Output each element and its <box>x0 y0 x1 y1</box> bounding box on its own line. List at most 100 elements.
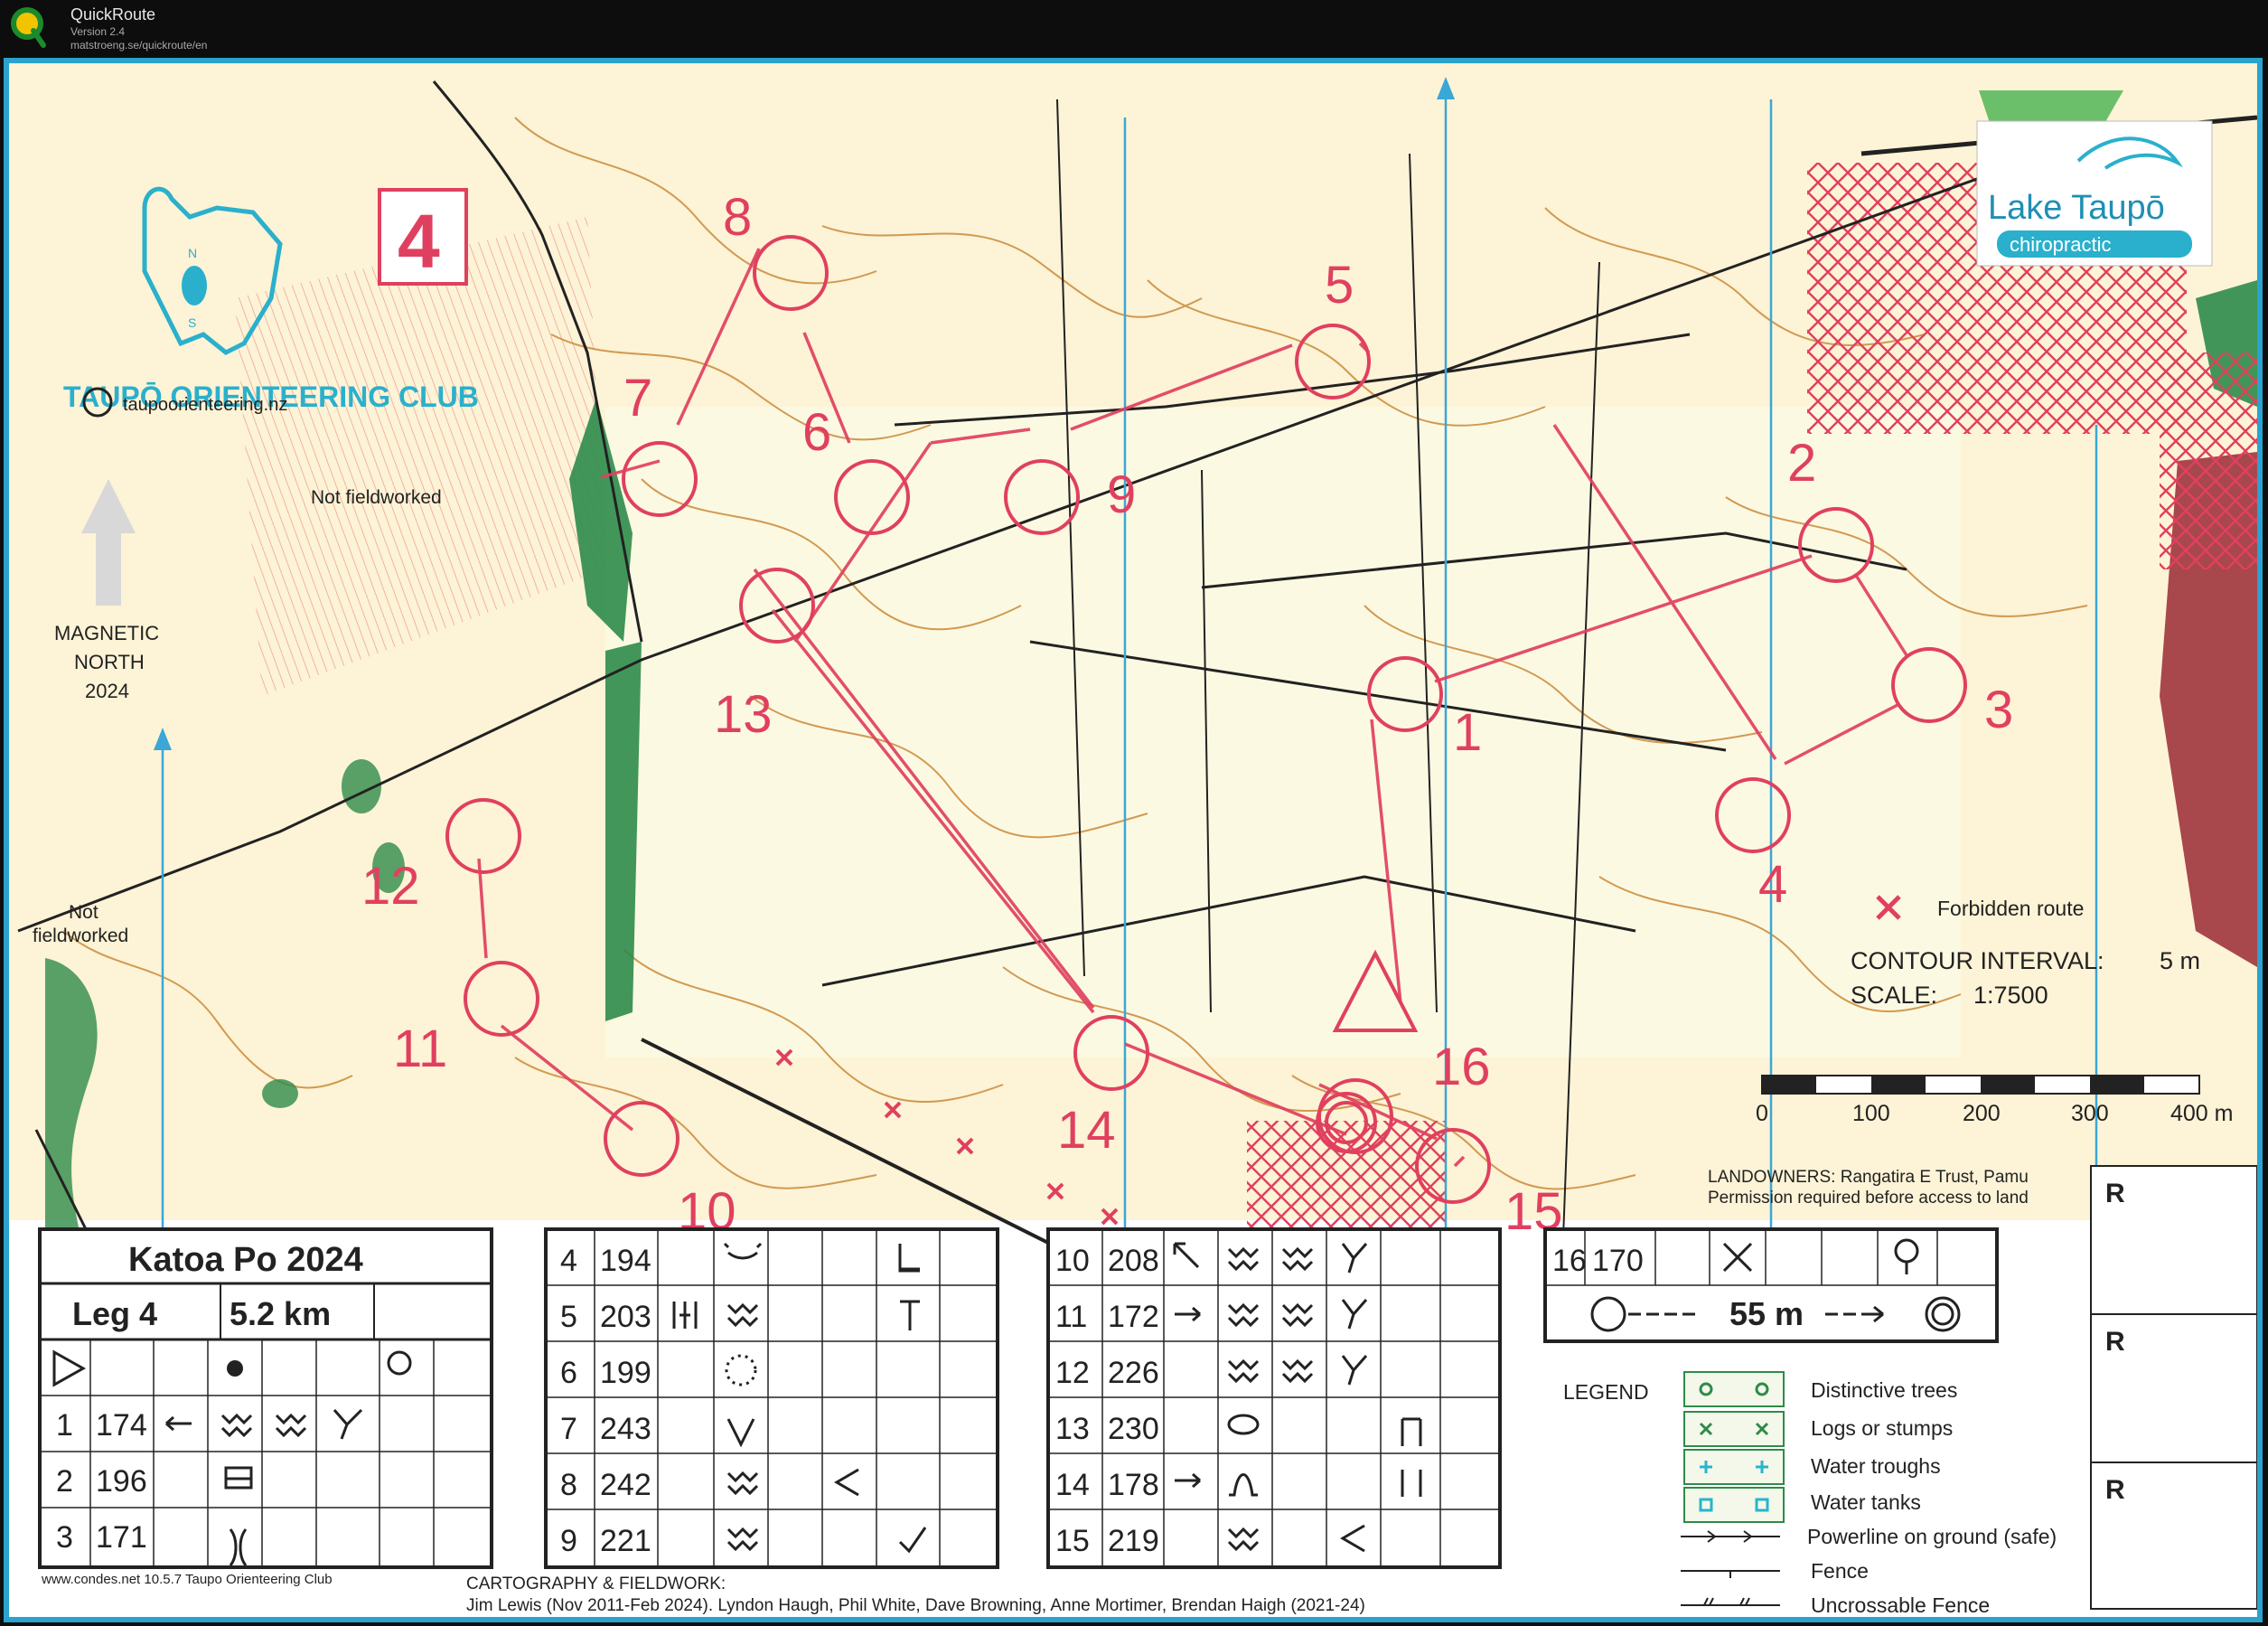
control-number-13: 13 <box>714 685 773 744</box>
control-number-9: 9 <box>1107 465 1136 524</box>
row-3-code: 171 <box>96 1520 147 1555</box>
row-6-number: 6 <box>560 1356 577 1390</box>
course-distance: 5.2 km <box>230 1295 331 1332</box>
app-url[interactable]: matstroeng.se/quickroute/en <box>70 39 207 52</box>
row-8-number: 8 <box>560 1468 577 1502</box>
description-sheet-1 <box>38 1227 493 1569</box>
app-version: Version 2.4 <box>70 25 126 38</box>
row-8-code: 242 <box>600 1468 651 1502</box>
orienteering-map-sheet[interactable]: 1 2 3 4 5 6 7 8 9 10 11 12 13 14 15 16 N… <box>9 63 2257 1617</box>
not-fieldworked-left-1: Not <box>69 902 98 923</box>
control-number-5: 5 <box>1325 256 1354 315</box>
row-12-number: 12 <box>1055 1356 1090 1390</box>
event-name: Katoa Po 2024 <box>128 1241 363 1279</box>
control-number-2: 2 <box>1787 434 1816 493</box>
leg-label: Leg 4 <box>72 1295 157 1332</box>
logo-letter-s: S <box>188 315 196 330</box>
row-10-code: 208 <box>1108 1244 1159 1278</box>
club-website[interactable]: taupoorienteering.nz <box>123 395 287 415</box>
control-number-3: 3 <box>1984 681 2013 739</box>
contour-interval-value: 5 m <box>2160 947 2200 974</box>
permission-note: Permission required before access to lan… <box>1708 1189 2029 1208</box>
control-number-4: 4 <box>1758 855 1787 914</box>
legend-item-water-tanks: Water tanks <box>1811 1490 1921 1514</box>
row-16-number: 16 <box>1552 1244 1587 1278</box>
app-titlebar: QuickRoute Version 2.4 matstroeng.se/qui… <box>0 0 2268 56</box>
control-number-8: 8 <box>723 188 752 247</box>
legend-title: LEGEND <box>1563 1380 1649 1404</box>
legend-item-fence: Fence <box>1811 1559 1869 1583</box>
row-2-number: 2 <box>56 1464 73 1499</box>
scale-value: 1:7500 <box>1973 982 2048 1009</box>
row-9-code: 221 <box>600 1524 651 1558</box>
row-5-number: 5 <box>560 1300 577 1334</box>
course-number: 4 <box>398 199 440 284</box>
landowners: LANDOWNERS: Rangatira E Trust, Pamu <box>1708 1168 2029 1187</box>
row-11-code: 172 <box>1108 1300 1159 1334</box>
contour-interval-label: CONTOUR INTERVAL: <box>1851 947 2104 974</box>
out-of-bounds-hatched-bottom <box>1247 1121 1446 1229</box>
row-5-code: 203 <box>600 1300 651 1334</box>
legend-item-distinctive-trees: Distinctive trees <box>1811 1378 1957 1402</box>
cartography-title: CARTOGRAPHY & FIELDWORK: <box>466 1574 726 1593</box>
quickroute-app-icon <box>11 7 46 48</box>
r-mark-2: R <box>2105 1327 2125 1357</box>
software-credit: www.condes.net 10.5.7 Taupo Orienteering… <box>41 1572 333 1587</box>
control-number-7: 7 <box>623 369 652 428</box>
magnetic-north-line3: 2024 <box>85 680 129 702</box>
logo-letter-n: N <box>188 246 197 260</box>
description-sheet-2 <box>544 1227 999 1569</box>
scale-bar <box>1761 1075 2200 1095</box>
row-4-number: 4 <box>560 1244 577 1278</box>
row-10-number: 10 <box>1055 1244 1090 1278</box>
row-7-number: 7 <box>560 1412 577 1446</box>
cartography-credits: Jim Lewis (Nov 2011-Feb 2024). Lyndon Ha… <box>466 1596 1365 1615</box>
scale-label: SCALE: <box>1851 982 1937 1009</box>
control-number-1: 1 <box>1453 703 1482 762</box>
row-13-number: 13 <box>1055 1412 1090 1446</box>
row-14-code: 178 <box>1108 1468 1159 1502</box>
out-of-bounds-hatched-right <box>2160 352 2257 569</box>
row-14-number: 14 <box>1055 1468 1090 1502</box>
control-number-14: 14 <box>1057 1101 1116 1160</box>
finish-distance: 55 m <box>1729 1295 1804 1332</box>
legend-item-water-troughs: Water troughs <box>1811 1454 1941 1478</box>
control-number-12: 12 <box>361 857 420 916</box>
scale-tick-200: 200 <box>1963 1101 2001 1126</box>
description-sheet-3 <box>1046 1227 1502 1569</box>
row-2-code: 196 <box>96 1464 147 1499</box>
scale-tick-100: 100 <box>1852 1101 1890 1126</box>
app-title: QuickRoute <box>70 5 156 23</box>
row-16-code: 170 <box>1592 1244 1644 1278</box>
control-number-6: 6 <box>802 403 831 462</box>
scale-tick-0: 0 <box>1756 1101 1768 1126</box>
r-mark-3: R <box>2105 1475 2125 1505</box>
sponsor-tagline: chiropractic <box>2010 233 2111 256</box>
r-mark-1: R <box>2105 1179 2125 1208</box>
magnetic-north-line1: MAGNETIC <box>54 622 159 644</box>
legend-item-uncrossable-fence: Uncrossable Fence <box>1811 1593 1990 1617</box>
map-viewport[interactable]: 1 2 3 4 5 6 7 8 9 10 11 12 13 14 15 16 N… <box>4 58 2263 1622</box>
row-1-number: 1 <box>56 1408 73 1443</box>
legend-swatches <box>1681 1371 1785 1606</box>
row-3-number: 3 <box>56 1520 73 1555</box>
row-6-code: 199 <box>600 1356 651 1390</box>
scale-tick-300: 300 <box>2071 1101 2109 1126</box>
not-fieldworked-left-2: fieldworked <box>33 926 128 946</box>
row-15-code: 219 <box>1108 1524 1159 1558</box>
not-fieldworked-label: Not fieldworked <box>311 487 442 508</box>
forbidden-route-label: Forbidden route <box>1937 897 2084 920</box>
row-4-code: 194 <box>600 1244 651 1278</box>
map-canvas[interactable]: 1 2 3 4 5 6 7 8 9 10 11 12 13 14 15 16 N… <box>9 63 2257 1617</box>
legend-item-powerline: Powerline on ground (safe) <box>1807 1525 2057 1548</box>
sponsor-name: Lake Taupō <box>1988 189 2165 227</box>
control-number-11: 11 <box>393 1020 447 1078</box>
row-1-code: 174 <box>96 1408 147 1443</box>
legend-item-logs-or-stumps: Logs or stumps <box>1811 1416 1953 1440</box>
row-7-code: 243 <box>600 1412 651 1446</box>
row-12-code: 226 <box>1108 1356 1159 1390</box>
r-box <box>2090 1165 2257 1610</box>
magnetic-north-line2: NORTH <box>74 651 145 673</box>
scale-tick-400: 400 m <box>2170 1101 2233 1126</box>
row-13-code: 230 <box>1108 1412 1159 1446</box>
